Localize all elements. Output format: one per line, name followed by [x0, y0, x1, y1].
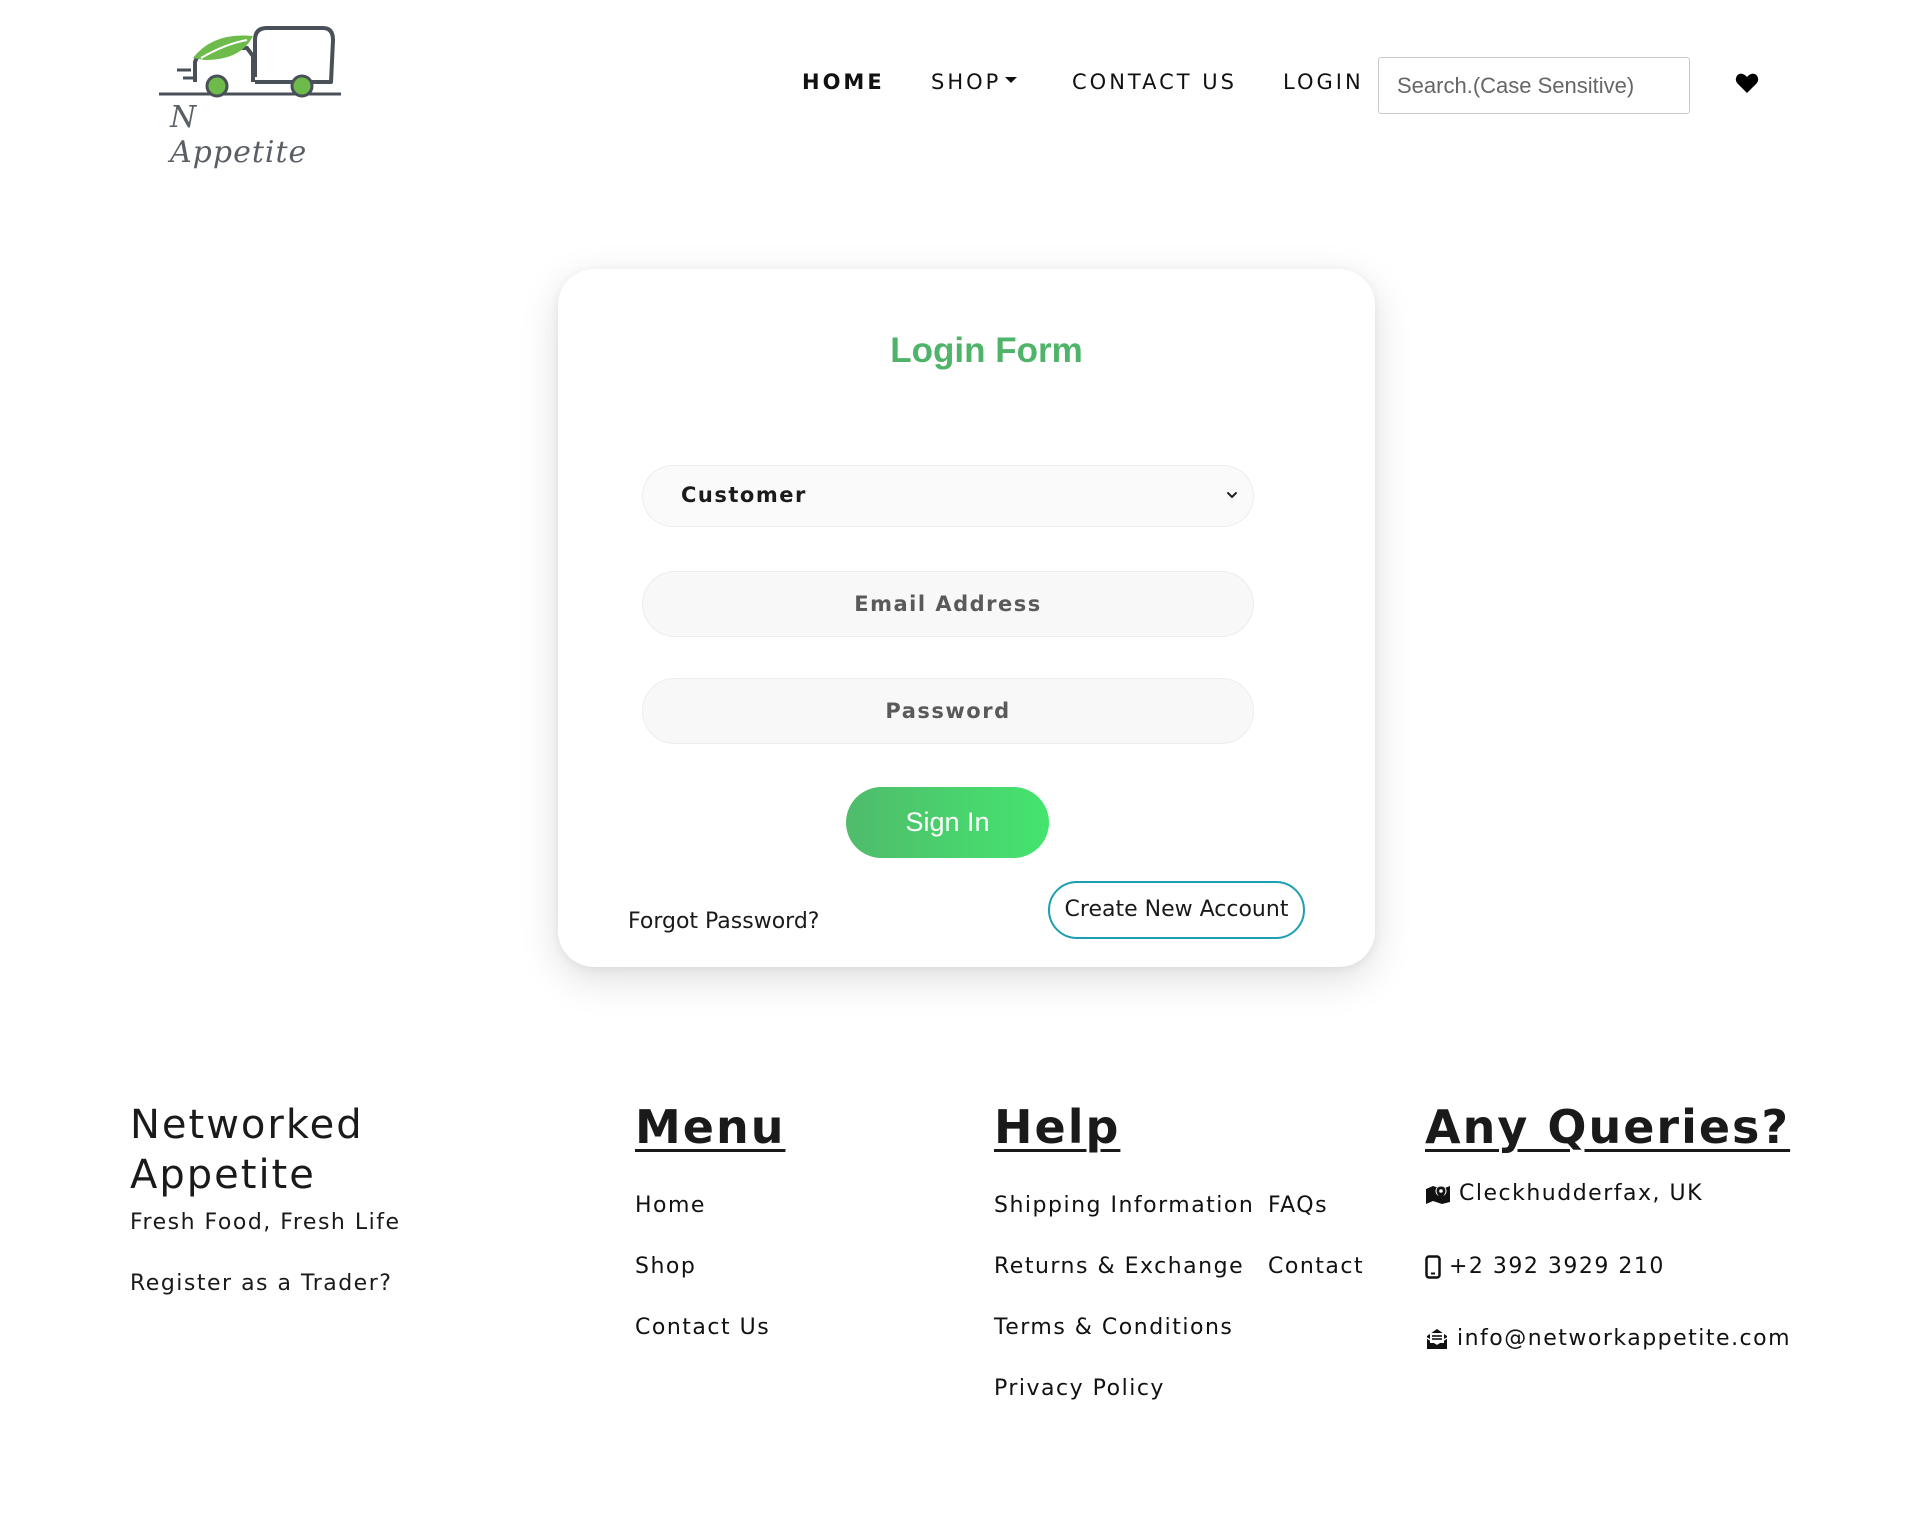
contact-location-text: Cleckhudderfax, UK	[1459, 1181, 1704, 1206]
site-footer: Networked Appetite Fresh Food, Fresh Lif…	[0, 1080, 1920, 1440]
footer-link-faqs[interactable]: FAQs	[1268, 1193, 1328, 1218]
footer-menu-heading: Menu	[635, 1100, 786, 1154]
contact-email: info@networkappetite.com	[1425, 1326, 1791, 1351]
contact-location: Cleckhudderfax, UK	[1425, 1181, 1703, 1206]
search-input[interactable]	[1378, 57, 1690, 114]
footer-link-terms[interactable]: Terms & Conditions	[994, 1315, 1233, 1340]
footer-link-returns[interactable]: Returns & Exchange	[994, 1254, 1244, 1279]
footer-tagline: Fresh Food, Fresh Life	[130, 1210, 401, 1235]
create-account-button[interactable]: Create New Account	[1048, 881, 1305, 939]
logo[interactable]: N Appetite	[155, 22, 345, 170]
nav-login[interactable]: LOGIN	[1283, 70, 1364, 102]
chevron-down-icon	[1227, 492, 1237, 498]
footer-link-contact[interactable]: Contact	[1268, 1254, 1364, 1279]
sign-in-button[interactable]: Sign In	[846, 787, 1049, 858]
footer-link-privacy[interactable]: Privacy Policy	[994, 1376, 1165, 1401]
footer-link-shipping[interactable]: Shipping Information	[994, 1193, 1254, 1218]
role-select[interactable]: Customer	[642, 465, 1254, 527]
contact-phone: +2 392 3929 210	[1425, 1254, 1665, 1279]
delivery-truck-leaf-icon	[159, 26, 341, 98]
heart-icon[interactable]	[1735, 72, 1759, 94]
nav-shop[interactable]: SHOP	[931, 70, 1018, 102]
email-field-wrapper	[642, 571, 1254, 637]
footer-queries-heading: Any Queries?	[1425, 1100, 1791, 1154]
footer-brand-line2: Appetite	[130, 1152, 316, 1198]
footer-help-heading: Help	[994, 1100, 1121, 1154]
logo-text: N Appetite	[170, 100, 308, 170]
footer-brand-title: Networked Appetite	[130, 1100, 364, 1200]
site-header: N Appetite HOME SHOP CONTACT US LOGIN	[0, 0, 1920, 170]
footer-link-contact-us[interactable]: Contact Us	[635, 1315, 770, 1340]
email-field[interactable]	[643, 572, 1253, 636]
role-select-value: Customer	[681, 483, 807, 507]
map-icon	[1426, 1185, 1450, 1204]
nav-contact-us[interactable]: CONTACT US	[1072, 70, 1237, 102]
footer-brand-line1: Networked	[130, 1102, 364, 1148]
login-form-title: Login Form	[890, 331, 1083, 370]
envelope-icon	[1426, 1328, 1448, 1349]
nav-home[interactable]: HOME	[802, 70, 885, 102]
mobile-phone-icon	[1425, 1254, 1441, 1279]
caret-down-icon	[1005, 77, 1018, 83]
footer-link-shop[interactable]: Shop	[635, 1254, 696, 1279]
login-card: Login Form Customer Sign In Forgot Passw…	[558, 269, 1375, 967]
nav-shop-label: SHOP	[931, 70, 1002, 94]
contact-phone-text[interactable]: +2 392 3929 210	[1449, 1254, 1665, 1279]
forgot-password-link[interactable]: Forgot Password?	[628, 909, 819, 934]
register-trader-link[interactable]: Register as a Trader?	[130, 1271, 392, 1296]
contact-email-text[interactable]: info@networkappetite.com	[1457, 1326, 1791, 1351]
password-field[interactable]	[643, 679, 1253, 743]
footer-link-home[interactable]: Home	[635, 1193, 706, 1218]
password-field-wrapper	[642, 678, 1254, 744]
